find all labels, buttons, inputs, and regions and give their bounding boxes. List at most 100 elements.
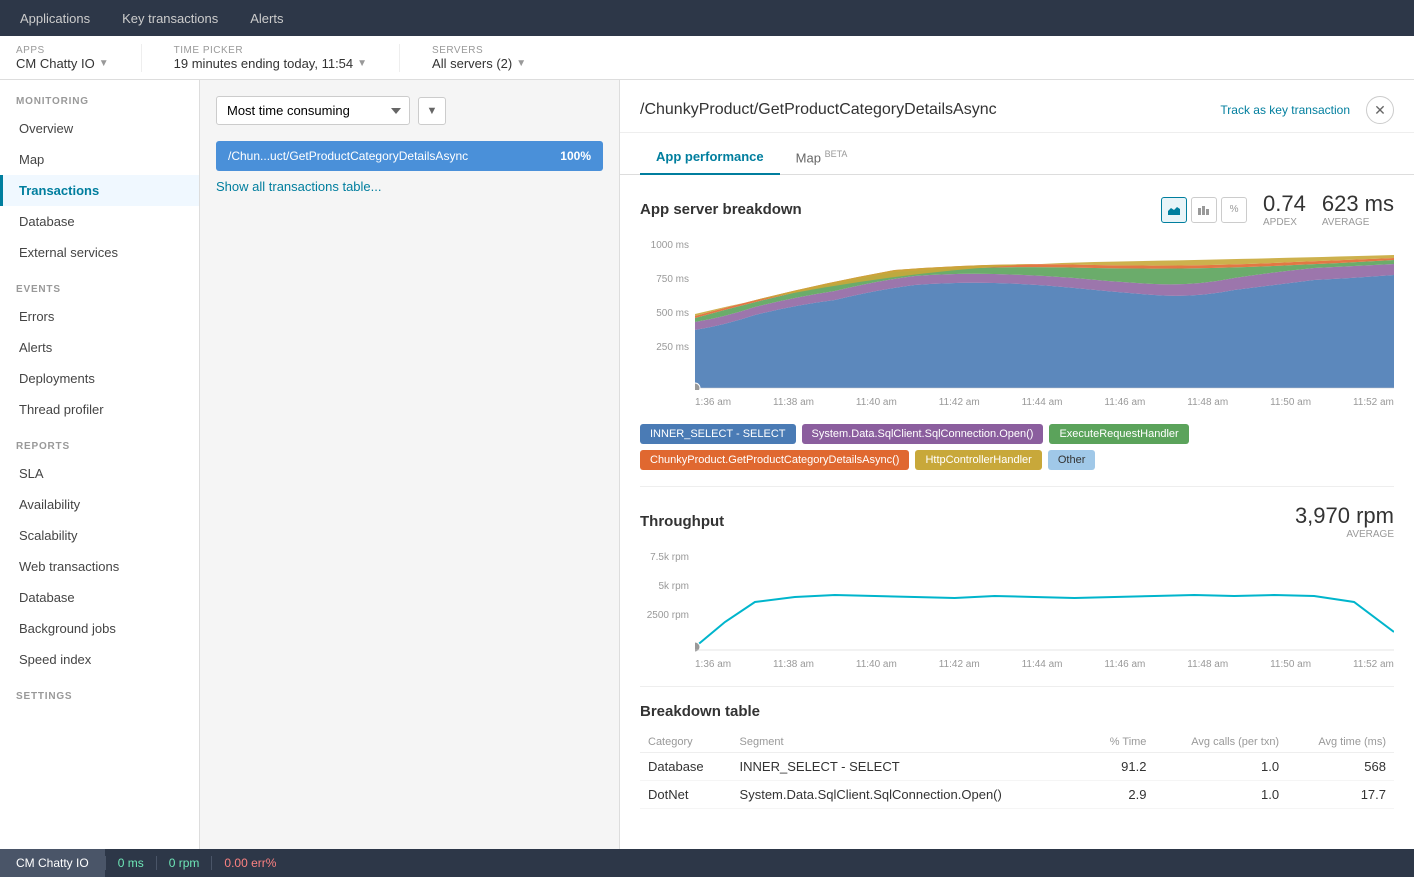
throughput-header: Throughput 3,970 rpm AVERAGE bbox=[640, 503, 1394, 540]
apdex-value: 0.74 bbox=[1263, 191, 1306, 217]
throughput-value: 3,970 rpm bbox=[1295, 503, 1394, 529]
servers-label: SERVERS bbox=[432, 45, 526, 56]
sidebar: MONITORING Overview Map Transactions Dat… bbox=[0, 80, 200, 877]
app-server-breakdown-chart: 1000 ms 750 ms 500 ms 250 ms bbox=[640, 240, 1394, 408]
transaction-pct: 100% bbox=[560, 149, 591, 163]
row2-time: 17.7 bbox=[1287, 781, 1394, 809]
row1-category: Database bbox=[640, 753, 732, 781]
header-divider-1 bbox=[141, 44, 142, 72]
legend-chunky-product[interactable]: ChunkyProduct.GetProductCategoryDetailsA… bbox=[640, 450, 909, 470]
breakdown-table-header: Breakdown table bbox=[640, 703, 1394, 720]
tab-app-performance[interactable]: App performance bbox=[640, 141, 780, 175]
sidebar-item-database-report[interactable]: Database bbox=[0, 582, 199, 613]
sidebar-item-external-services[interactable]: External services bbox=[0, 237, 199, 268]
detail-header: /ChunkyProduct/GetProductCategoryDetails… bbox=[620, 80, 1414, 133]
chart-x-labels-breakdown: 1:36 am 11:38 am 11:40 am 11:42 am 11:44… bbox=[695, 393, 1394, 408]
close-button[interactable]: ✕ bbox=[1366, 96, 1394, 124]
col-avg-calls: Avg calls (per txn) bbox=[1154, 732, 1287, 753]
chart-type-icons: % bbox=[1161, 197, 1247, 223]
breakdown-section: Breakdown table Category Segment % Time … bbox=[640, 686, 1394, 809]
show-all-transactions-link[interactable]: Show all transactions table... bbox=[216, 179, 381, 194]
sidebar-item-deployments[interactable]: Deployments bbox=[0, 363, 199, 394]
servers-chevron-icon: ▼ bbox=[516, 58, 526, 69]
throughput-x-labels: 1:36 am 11:38 am 11:40 am 11:42 am 11:44… bbox=[695, 655, 1394, 670]
sidebar-item-web-transactions[interactable]: Web transactions bbox=[0, 551, 199, 582]
legend-execute-request[interactable]: ExecuteRequestHandler bbox=[1049, 424, 1188, 444]
sidebar-item-availability[interactable]: Availability bbox=[0, 489, 199, 520]
dropdown-extra-icon[interactable]: ▼ bbox=[418, 97, 446, 125]
col-avg-time: Avg time (ms) bbox=[1287, 732, 1394, 753]
status-metric-err: 0.00 err% bbox=[211, 856, 288, 870]
time-picker-chevron-icon: ▼ bbox=[357, 58, 367, 69]
y-label-750: 750 ms bbox=[640, 274, 695, 285]
apps-chevron-icon: ▼ bbox=[99, 58, 109, 69]
top-nav: Applications Key transactions Alerts bbox=[0, 0, 1414, 36]
breakdown-legend: INNER_SELECT - SELECT System.Data.SqlCli… bbox=[640, 424, 1394, 470]
status-metric-ms: 0 ms bbox=[105, 856, 156, 870]
chart-area-icon[interactable] bbox=[1161, 197, 1187, 223]
breakdown-table: Category Segment % Time Avg calls (per t… bbox=[640, 732, 1394, 809]
legend-sqlconnection[interactable]: System.Data.SqlClient.SqlConnection.Open… bbox=[802, 424, 1044, 444]
tab-map[interactable]: Map BETA bbox=[780, 141, 864, 175]
col-category: Category bbox=[640, 732, 732, 753]
average-label: AVERAGE bbox=[1322, 217, 1394, 228]
y-label-1000: 1000 ms bbox=[640, 240, 695, 251]
chart-bar-icon[interactable] bbox=[1191, 197, 1217, 223]
tab-map-label: Map bbox=[796, 150, 821, 165]
sidebar-item-database[interactable]: Database bbox=[0, 206, 199, 237]
sidebar-item-thread-profiler[interactable]: Thread profiler bbox=[0, 394, 199, 425]
row1-calls: 1.0 bbox=[1154, 753, 1287, 781]
row1-pct: 91.2 bbox=[1087, 753, 1154, 781]
apdex-stat: 0.74 APDEX bbox=[1263, 191, 1306, 228]
time-picker[interactable]: TIME PICKER 19 minutes ending today, 11:… bbox=[174, 45, 367, 71]
breakdown-table-title: Breakdown table bbox=[640, 703, 760, 720]
content-area: Most time consuming Slowest average resp… bbox=[200, 80, 1414, 877]
app-server-breakdown-title: App server breakdown bbox=[640, 201, 802, 218]
header-divider-2 bbox=[399, 44, 400, 72]
sidebar-item-sla[interactable]: SLA bbox=[0, 458, 199, 489]
average-value: 623 ms bbox=[1322, 191, 1394, 217]
apps-label: APPS bbox=[16, 45, 109, 56]
sidebar-section-events: EVENTS bbox=[0, 268, 199, 301]
sidebar-section-reports: REPORTS bbox=[0, 425, 199, 458]
status-metric-rpm: 0 rpm bbox=[156, 856, 212, 870]
throughput-y-labels: 7.5k rpm 5k rpm 2500 rpm bbox=[640, 552, 695, 640]
col-pct-time: % Time bbox=[1087, 732, 1154, 753]
sub-header: APPS CM Chatty IO ▼ TIME PICKER 19 minut… bbox=[0, 36, 1414, 80]
track-key-transaction-link[interactable]: Track as key transaction bbox=[1220, 103, 1350, 117]
filter-row: Most time consuming Slowest average resp… bbox=[216, 96, 603, 125]
nav-alerts[interactable]: Alerts bbox=[246, 11, 287, 26]
app-server-breakdown-header: App server breakdown % bbox=[640, 191, 1394, 228]
detail-panel: /ChunkyProduct/GetProductCategoryDetails… bbox=[620, 80, 1414, 877]
sidebar-item-errors[interactable]: Errors bbox=[0, 301, 199, 332]
sidebar-item-transactions[interactable]: Transactions bbox=[0, 175, 199, 206]
nav-key-transactions[interactable]: Key transactions bbox=[118, 11, 222, 26]
legend-http-controller[interactable]: HttpControllerHandler bbox=[915, 450, 1041, 470]
nav-applications[interactable]: Applications bbox=[16, 11, 94, 26]
legend-other[interactable]: Other bbox=[1048, 450, 1096, 470]
servers-value[interactable]: All servers (2) ▼ bbox=[432, 56, 526, 71]
left-panel: Most time consuming Slowest average resp… bbox=[200, 80, 620, 877]
col-segment: Segment bbox=[732, 732, 1088, 753]
time-picker-value[interactable]: 19 minutes ending today, 11:54 ▼ bbox=[174, 56, 367, 71]
apps-value[interactable]: CM Chatty IO ▼ bbox=[16, 56, 109, 71]
apps-picker[interactable]: APPS CM Chatty IO ▼ bbox=[16, 45, 109, 71]
sidebar-item-map[interactable]: Map bbox=[0, 144, 199, 175]
sidebar-item-alerts[interactable]: Alerts bbox=[0, 332, 199, 363]
transaction-row[interactable]: /Chun...uct/GetProductCategoryDetailsAsy… bbox=[216, 141, 603, 171]
table-row: Database INNER_SELECT - SELECT 91.2 1.0 … bbox=[640, 753, 1394, 781]
servers-picker[interactable]: SERVERS All servers (2) ▼ bbox=[432, 45, 526, 71]
transaction-label: /Chun...uct/GetProductCategoryDetailsAsy… bbox=[228, 149, 560, 163]
sidebar-item-scalability[interactable]: Scalability bbox=[0, 520, 199, 551]
time-consuming-dropdown[interactable]: Most time consuming Slowest average resp… bbox=[216, 96, 410, 125]
sidebar-item-overview[interactable]: Overview bbox=[0, 113, 199, 144]
throughput-section: Throughput 3,970 rpm AVERAGE 7.5k rpm 5k… bbox=[640, 486, 1394, 670]
sidebar-item-speed-index[interactable]: Speed index bbox=[0, 644, 199, 675]
tab-app-performance-label: App performance bbox=[656, 149, 764, 164]
chart-pct-icon[interactable]: % bbox=[1221, 197, 1247, 223]
row2-segment: System.Data.SqlClient.SqlConnection.Open… bbox=[732, 781, 1088, 809]
status-app-name: CM Chatty IO bbox=[0, 849, 105, 877]
sidebar-item-background-jobs[interactable]: Background jobs bbox=[0, 613, 199, 644]
detail-title: /ChunkyProduct/GetProductCategoryDetails… bbox=[640, 101, 997, 119]
legend-inner-select[interactable]: INNER_SELECT - SELECT bbox=[640, 424, 796, 444]
